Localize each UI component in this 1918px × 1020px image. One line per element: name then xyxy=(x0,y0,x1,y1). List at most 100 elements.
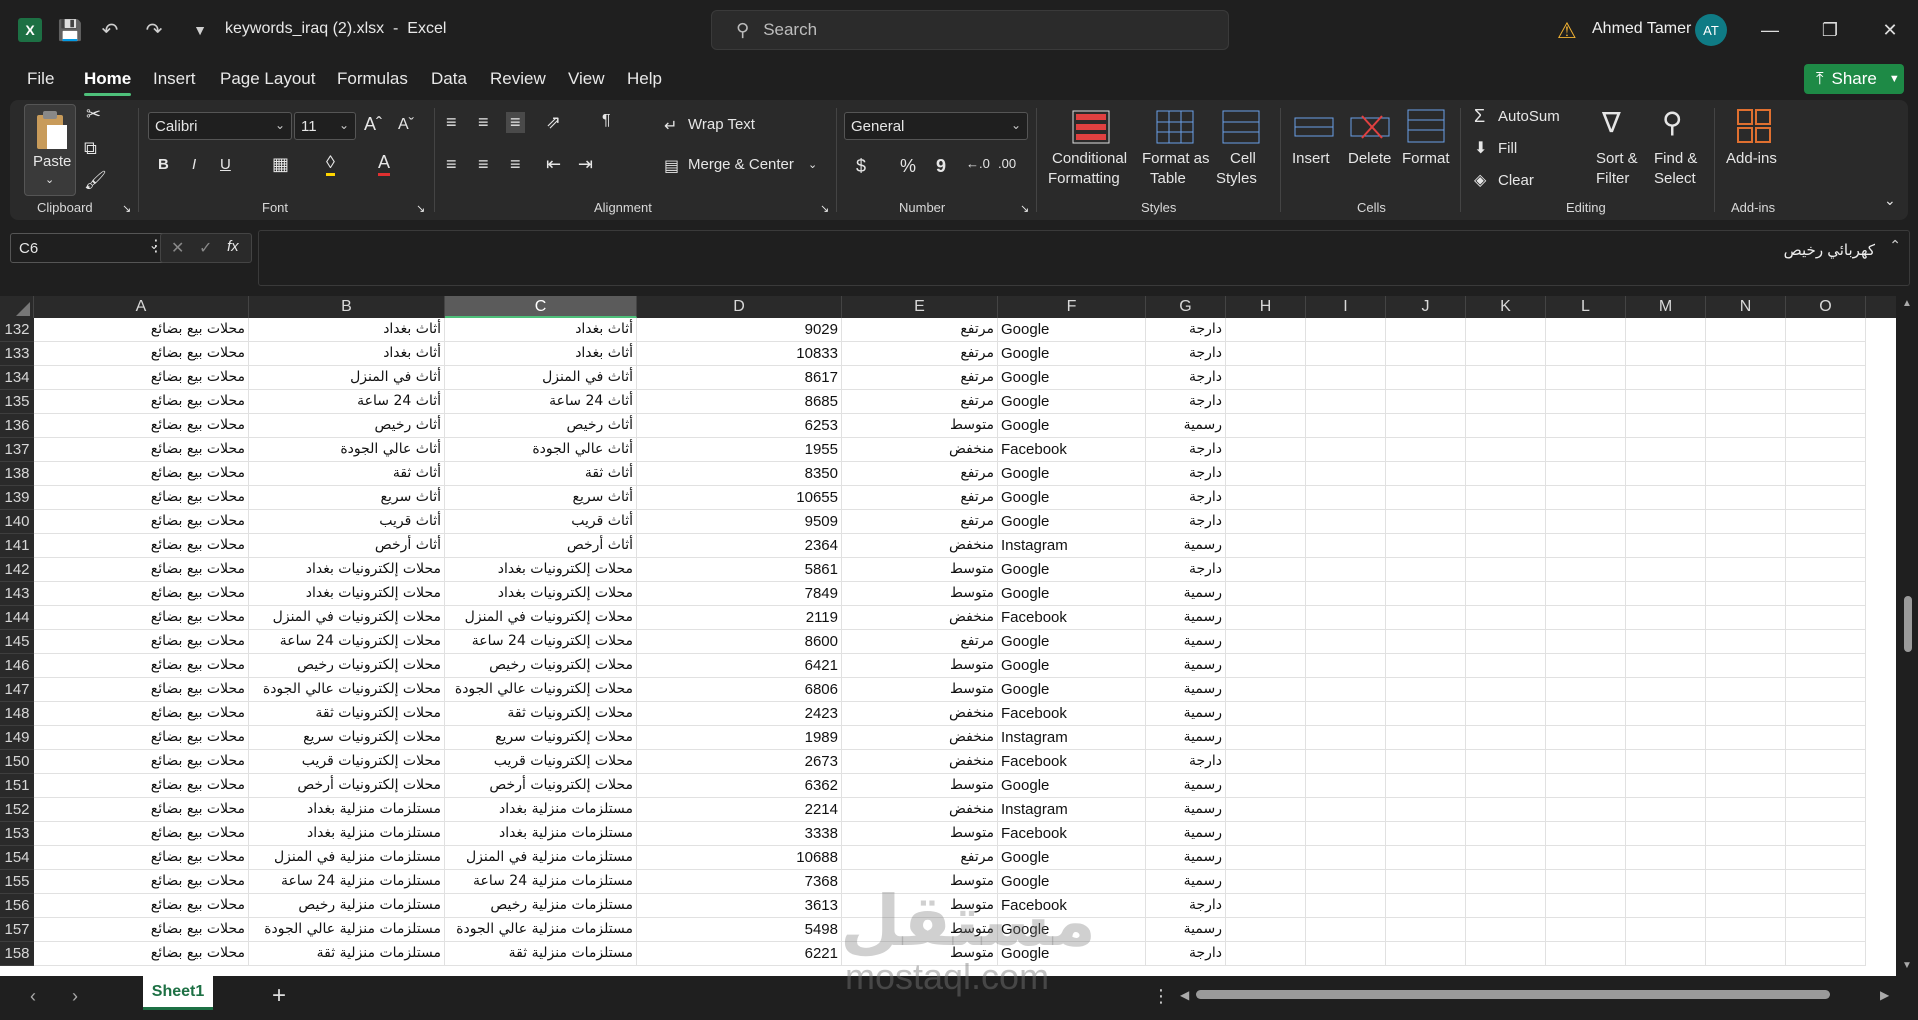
cell-a[interactable]: محلات بيع بضائع xyxy=(34,678,249,702)
cell-n[interactable] xyxy=(1706,510,1786,534)
cell-k[interactable] xyxy=(1466,366,1546,390)
format-cells-button[interactable]: Format xyxy=(1400,106,1456,190)
cell-n[interactable] xyxy=(1706,486,1786,510)
cell-b[interactable]: أثاث بغداد xyxy=(249,342,445,366)
cell-m[interactable] xyxy=(1626,582,1706,606)
align-bottom-icon[interactable]: ≡ xyxy=(506,112,525,133)
cell-b[interactable]: محلات إلكترونيات عالي الجودة xyxy=(249,678,445,702)
cell-k[interactable] xyxy=(1466,486,1546,510)
cell-i[interactable] xyxy=(1306,918,1386,942)
cell-g[interactable]: رسمية xyxy=(1146,798,1226,822)
cell-c[interactable]: محلات إلكترونيات بغداد xyxy=(445,582,637,606)
cell-j[interactable] xyxy=(1386,390,1466,414)
cell-l[interactable] xyxy=(1546,750,1626,774)
cell-h[interactable] xyxy=(1226,342,1306,366)
cell-i[interactable] xyxy=(1306,630,1386,654)
cell-n[interactable] xyxy=(1706,798,1786,822)
cell-m[interactable] xyxy=(1626,870,1706,894)
cell-i[interactable] xyxy=(1306,534,1386,558)
decrease-indent-icon[interactable]: ⇤ xyxy=(546,154,561,175)
insert-cells-button[interactable]: Insert xyxy=(1290,106,1342,190)
cell-d[interactable]: 8350 xyxy=(637,462,842,486)
cell-j[interactable] xyxy=(1386,894,1466,918)
cell-j[interactable] xyxy=(1386,558,1466,582)
cell-g[interactable]: رسمية xyxy=(1146,654,1226,678)
cell-o[interactable] xyxy=(1786,606,1866,630)
cell-m[interactable] xyxy=(1626,342,1706,366)
tab-review[interactable]: Review xyxy=(490,69,546,89)
cell-d[interactable]: 3338 xyxy=(637,822,842,846)
cell-g[interactable]: رسمية xyxy=(1146,846,1226,870)
cell-e[interactable]: متوسط xyxy=(842,678,998,702)
cell-h[interactable] xyxy=(1226,438,1306,462)
cell-b[interactable]: أثاث قريب xyxy=(249,510,445,534)
cell-c[interactable]: محلات إلكترونيات في المنزل xyxy=(445,606,637,630)
cell-b[interactable]: أثاث في المنزل xyxy=(249,366,445,390)
sheet-tab[interactable]: Sheet1 xyxy=(143,976,213,1010)
cell-o[interactable] xyxy=(1786,486,1866,510)
cell-l[interactable] xyxy=(1546,318,1626,342)
cell-k[interactable] xyxy=(1466,414,1546,438)
format-as-table-button[interactable]: Format as Table xyxy=(1138,106,1210,190)
cell-f[interactable]: Google xyxy=(998,630,1146,654)
column-header-h[interactable]: H xyxy=(1226,296,1306,318)
cell-c[interactable]: محلات إلكترونيات قريب xyxy=(445,750,637,774)
cell-j[interactable] xyxy=(1386,774,1466,798)
cell-d[interactable]: 10688 xyxy=(637,846,842,870)
cell-a[interactable]: محلات بيع بضائع xyxy=(34,534,249,558)
cell-i[interactable] xyxy=(1306,678,1386,702)
cell-j[interactable] xyxy=(1386,702,1466,726)
cell-g[interactable]: رسمية xyxy=(1146,534,1226,558)
align-right-icon[interactable]: ≡ xyxy=(510,154,521,175)
cell-o[interactable] xyxy=(1786,654,1866,678)
cut-icon[interactable]: ✂ xyxy=(86,104,101,125)
row-header[interactable]: 149 xyxy=(0,726,34,750)
tab-formulas[interactable]: Formulas xyxy=(337,69,408,89)
cell-a[interactable]: محلات بيع بضائع xyxy=(34,702,249,726)
cell-a[interactable]: محلات بيع بضائع xyxy=(34,390,249,414)
cell-m[interactable] xyxy=(1626,462,1706,486)
cell-k[interactable] xyxy=(1466,870,1546,894)
cell-h[interactable] xyxy=(1226,390,1306,414)
cell-a[interactable]: محلات بيع بضائع xyxy=(34,486,249,510)
cell-c[interactable]: محلات إلكترونيات أرخص xyxy=(445,774,637,798)
cell-n[interactable] xyxy=(1706,894,1786,918)
cell-e[interactable]: منخفض xyxy=(842,702,998,726)
underline-button[interactable]: U xyxy=(220,156,231,173)
column-header-m[interactable]: M xyxy=(1626,296,1706,318)
add-ins-button[interactable]: Add-ins xyxy=(1722,106,1786,190)
cell-j[interactable] xyxy=(1386,366,1466,390)
cell-l[interactable] xyxy=(1546,822,1626,846)
row-header[interactable]: 143 xyxy=(0,582,34,606)
cell-m[interactable] xyxy=(1626,606,1706,630)
cell-e[interactable]: متوسط xyxy=(842,582,998,606)
font-color-icon[interactable]: A xyxy=(378,152,391,176)
cell-e[interactable]: متوسط xyxy=(842,654,998,678)
cell-b[interactable]: محلات إلكترونيات بغداد xyxy=(249,558,445,582)
more-options-icon[interactable]: ⋮ xyxy=(1152,986,1170,1007)
percent-button[interactable]: % xyxy=(900,156,916,177)
cell-f[interactable]: Google xyxy=(998,558,1146,582)
cell-a[interactable]: محلات بيع بضائع xyxy=(34,870,249,894)
cell-f[interactable]: Google xyxy=(998,342,1146,366)
cell-m[interactable] xyxy=(1626,894,1706,918)
row-header[interactable]: 141 xyxy=(0,534,34,558)
italic-button[interactable]: I xyxy=(192,156,196,173)
cell-k[interactable] xyxy=(1466,774,1546,798)
select-all-corner[interactable] xyxy=(0,296,34,318)
cell-n[interactable] xyxy=(1706,318,1786,342)
cell-b[interactable]: أثاث بغداد xyxy=(249,318,445,342)
cell-b[interactable]: مستلزمات منزلية بغداد xyxy=(249,822,445,846)
cell-l[interactable] xyxy=(1546,606,1626,630)
cell-c[interactable]: أثاث 24 ساعة xyxy=(445,390,637,414)
cell-k[interactable] xyxy=(1466,702,1546,726)
cell-o[interactable] xyxy=(1786,534,1866,558)
cell-m[interactable] xyxy=(1626,630,1706,654)
tab-page-layout[interactable]: Page Layout xyxy=(220,69,315,89)
cell-b[interactable]: محلات إلكترونيات ثقة xyxy=(249,702,445,726)
cell-g[interactable]: رسمية xyxy=(1146,414,1226,438)
cell-l[interactable] xyxy=(1546,534,1626,558)
insert-function-button[interactable]: fx xyxy=(227,238,239,255)
cell-m[interactable] xyxy=(1626,654,1706,678)
cell-c[interactable]: أثاث أرخص xyxy=(445,534,637,558)
